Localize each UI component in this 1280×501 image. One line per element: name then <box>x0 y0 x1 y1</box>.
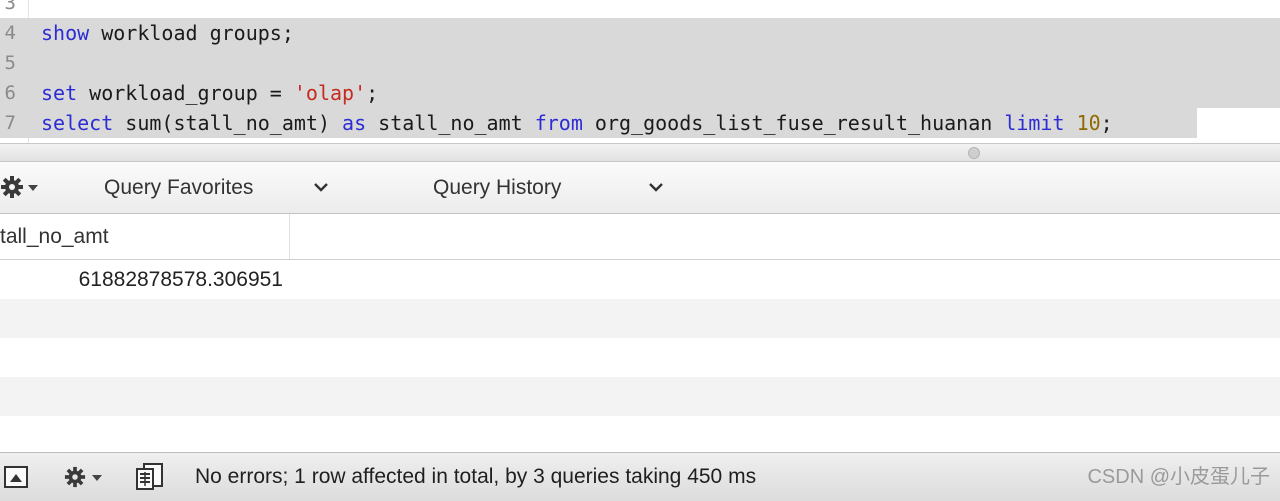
results-header-row: tall_no_amt <box>0 214 1280 260</box>
chevron-down-icon[interactable] <box>648 179 664 195</box>
column-header-label: tall_no_amt <box>0 225 109 248</box>
sql-text: ; <box>366 81 379 105</box>
code-text: show workload groups; <box>41 18 294 48</box>
code-line-7[interactable]: 7 select sum(stall_no_amt) as stall_no_a… <box>0 108 1197 138</box>
sql-keyword: select <box>41 111 114 135</box>
code-line-6[interactable]: 6 set workload_group = 'olap'; <box>0 78 1280 108</box>
sql-string: 'olap' <box>293 81 367 105</box>
sql-text: ; <box>1100 111 1113 135</box>
sql-text: stall_no_amt <box>366 111 535 135</box>
sql-keyword: limit <box>1004 111 1065 135</box>
code-text: select sum(stall_no_amt) as stall_no_amt… <box>41 108 1113 138</box>
query-history-label: Query History <box>433 176 562 199</box>
status-gear-button[interactable] <box>64 453 108 501</box>
gear-menu-button[interactable] <box>0 162 44 214</box>
table-cell: 61882878578.306951 <box>78 268 283 291</box>
sql-text: sum(stall_no_amt) <box>113 111 343 135</box>
sql-keyword: as <box>342 111 367 135</box>
sql-keyword: from <box>534 111 583 135</box>
gear-icon <box>1 176 23 198</box>
code-line-3[interactable]: 3 <box>0 0 1280 18</box>
gear-icon <box>64 466 86 488</box>
sql-text: org_goods_list_fuse_result_huanan <box>582 111 1005 135</box>
caret-down-icon <box>28 185 38 191</box>
column-header[interactable]: tall_no_amt <box>0 214 290 259</box>
caret-down-icon <box>92 475 102 481</box>
code-line-5[interactable]: 5 <box>0 48 1280 78</box>
query-favorites-menu[interactable]: Query Favorites <box>104 162 253 214</box>
table-row[interactable]: 61882878578.306951 <box>0 260 1280 299</box>
sql-editor[interactable]: 3 4 show workload groups; 5 6 set worklo… <box>0 0 1280 143</box>
table-row-empty <box>0 377 1280 416</box>
query-toolbar: Query Favorites Query History <box>0 162 1280 214</box>
chevron-down-icon[interactable] <box>313 179 329 195</box>
toggle-panel-icon[interactable] <box>4 466 28 488</box>
code-text: set workload_group = 'olap'; <box>41 78 378 108</box>
sql-keyword: show <box>41 21 90 45</box>
sql-text: workload_group = <box>77 81 294 105</box>
query-history-menu[interactable]: Query History <box>433 162 561 214</box>
line-number: 4 <box>4 22 16 44</box>
table-row-empty <box>0 416 1280 452</box>
code-line-4[interactable]: 4 show workload groups; <box>0 18 1280 48</box>
sql-keyword: set <box>41 81 78 105</box>
pane-splitter[interactable] <box>0 143 1280 162</box>
sql-number: 10 <box>1076 111 1101 135</box>
watermark: CSDN @小皮蛋儿子 <box>1087 466 1270 488</box>
line-number: 3 <box>4 0 16 14</box>
status-message: No errors; 1 row affected in total, by 3… <box>195 465 757 488</box>
results-table: tall_no_amt 61882878578.306951 <box>0 214 1280 452</box>
line-number: 5 <box>4 52 16 74</box>
sql-text: workload groups; <box>89 21 294 45</box>
status-bar: No errors; 1 row affected in total, by 3… <box>0 452 1280 501</box>
line-number: 6 <box>4 82 16 104</box>
query-favorites-label: Query Favorites <box>104 176 254 199</box>
splitter-handle[interactable] <box>968 147 980 159</box>
export-results-icon[interactable] <box>135 463 165 491</box>
table-row-empty <box>0 338 1280 377</box>
line-number: 7 <box>4 112 16 134</box>
table-row-empty <box>0 299 1280 338</box>
